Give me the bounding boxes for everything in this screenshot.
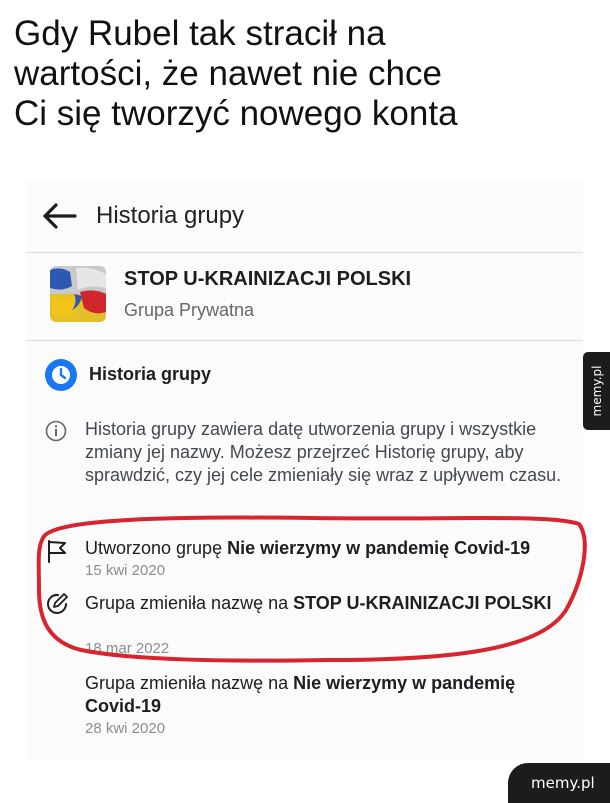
entry-prefix: Grupa zmieniła nazwę na (85, 593, 294, 613)
flag-icon (48, 540, 66, 563)
watermark-brand-text: memy.pl (531, 774, 595, 792)
entry-date: 28 kwi 2020 (85, 720, 166, 737)
entry-date: 15 kwi 2020 (85, 562, 166, 579)
watermark-brand: memy.pl (508, 763, 610, 803)
arrow-left-icon[interactable] (41, 202, 81, 230)
entry-text: Grupa zmieniła nazwę na STOP U-KRAINIZAC… (85, 592, 575, 615)
info-text: Historia grupy zawiera datę utworzenia g… (85, 419, 562, 485)
caption-line-2: wartości, że nawet nie chce (14, 54, 442, 93)
caption-line-1: Gdy Rubel tak stracił na (14, 14, 386, 53)
entry-group-name: Nie wierzymy w pandemię Covid-19 (227, 538, 531, 558)
entry-text: Utworzono grupę Nie wierzymy w pandemię … (85, 537, 575, 560)
entry-prefix: Grupa zmieniła nazwę na (85, 673, 294, 693)
group-privacy: Grupa Prywatna (124, 300, 255, 320)
watermark-side: memy.pl (583, 352, 610, 430)
section-title: Historia grupy (89, 364, 212, 384)
clock-icon (45, 359, 77, 391)
edit-icon (47, 593, 68, 614)
group-avatar (50, 266, 106, 322)
page-title: Historia grupy (96, 202, 245, 229)
meme-caption: Gdy Rubel tak stracił na wartości, że na… (14, 14, 574, 134)
entry-text: Grupa zmieniła nazwę na Nie wierzymy w p… (85, 672, 575, 718)
watermark-side-text: memy.pl (589, 365, 604, 417)
entry-prefix: Utworzono grupę (85, 538, 228, 558)
app-header: Historia grupy (27, 180, 583, 253)
entry-group-name: STOP U-KRAINIZACJI POLSKI (293, 593, 552, 613)
history-section-header: Historia grupy (27, 355, 583, 395)
group-name: STOP U-KRAINIZACJI POLSKI (124, 268, 412, 290)
info-icon (45, 420, 67, 442)
entry-date: 18 mar 2022 (85, 640, 170, 657)
group-card[interactable]: STOP U-KRAINIZACJI POLSKI Grupa Prywatna (27, 252, 583, 341)
facebook-screen: Historia grupy STOP U-KRAINIZACJI POLSKI… (27, 180, 583, 760)
caption-line-3: Ci się tworzyć nowego konta (14, 94, 458, 133)
